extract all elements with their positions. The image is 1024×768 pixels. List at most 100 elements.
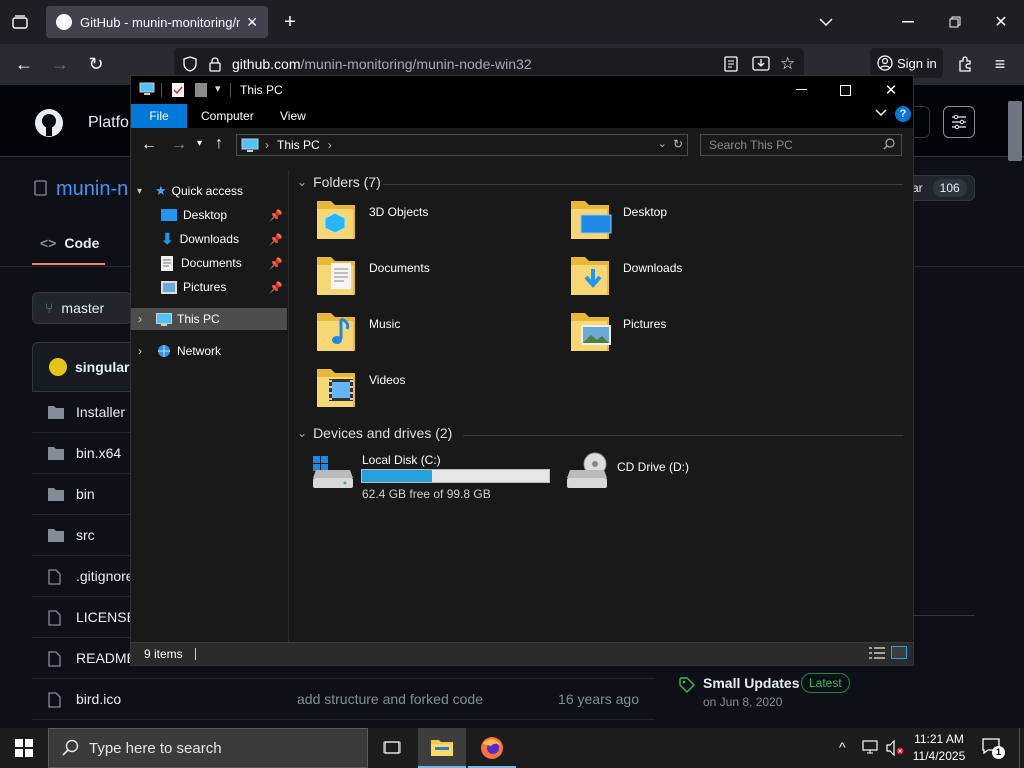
address-dropdown-icon[interactable]: ⌄	[658, 137, 667, 150]
page-scrollbar-thumb[interactable]	[1008, 101, 1022, 161]
minimize-icon[interactable]	[789, 81, 813, 99]
save-to-pocket-icon[interactable]	[752, 55, 770, 74]
browser-tab[interactable]: GitHub - munin-monitoring/munin-node-win…	[46, 6, 268, 38]
release-title[interactable]: Small Updates	[703, 675, 799, 691]
github-logo-icon[interactable]	[34, 108, 64, 143]
nav-network[interactable]: › Network	[131, 340, 221, 362]
close-browser-icon[interactable]: ✕	[989, 10, 1013, 34]
local-disk-tile[interactable]: Local Disk (C:) 62.4 GB free of 99.8 GB	[311, 450, 551, 501]
folder-item[interactable]: Pictures	[569, 309, 819, 359]
nav-this-pc[interactable]: › This PC	[131, 308, 287, 330]
taskbar-file-explorer[interactable]	[418, 728, 466, 768]
table-row[interactable]: bird.ico add structure and forked code 16 …	[32, 679, 655, 720]
minimize-browser-icon[interactable]	[896, 10, 920, 34]
clock-date[interactable]: 11/4/2025	[911, 749, 967, 763]
nav-documents[interactable]: Documents 📌	[161, 252, 285, 274]
nav-downloads[interactable]: ⬇ Downloads 📌	[161, 228, 285, 250]
volume-muted-icon[interactable]	[886, 739, 904, 761]
file-name[interactable]: .gitignore	[76, 568, 134, 584]
quick-access-toolbar-dropdown-icon[interactable]: ▾	[215, 82, 221, 95]
expand-ribbon-icon[interactable]	[875, 106, 887, 120]
collapsed-chevron-icon[interactable]: ›	[138, 312, 152, 326]
back-icon[interactable]: ←	[12, 52, 36, 76]
tab-computer[interactable]: Computer	[201, 109, 254, 123]
expanded-chevron-icon[interactable]: ▾	[137, 186, 149, 197]
folder-item[interactable]: Videos	[315, 365, 565, 415]
collapsed-chevron-icon[interactable]: ›	[138, 344, 152, 358]
branch-selector[interactable]: ⑂ master	[32, 292, 132, 324]
pin-icon[interactable]: 📌	[269, 209, 283, 222]
new-folder-icon[interactable]	[195, 83, 207, 100]
restore-browser-icon[interactable]	[943, 10, 967, 34]
list-all-tabs-icon[interactable]	[814, 10, 838, 34]
close-tab-icon[interactable]: ✕	[246, 14, 258, 31]
avatar[interactable]	[49, 358, 67, 376]
file-name[interactable]: README	[76, 650, 136, 666]
folders-group-header[interactable]: ⌄ Folders (7)	[297, 174, 381, 190]
taskbar-firefox[interactable]	[468, 728, 516, 768]
show-hidden-icons-icon[interactable]: ^	[839, 739, 846, 755]
properties-icon[interactable]	[171, 82, 185, 101]
address-bar[interactable]: › This PC › ⌄ ↻	[236, 134, 688, 156]
clock-time[interactable]: 11:21 AM	[911, 732, 967, 746]
network-tray-icon[interactable]	[862, 740, 878, 759]
menu-icon[interactable]: ≡	[990, 52, 1010, 76]
taskbar-search-box[interactable]: Type here to search	[48, 728, 368, 768]
tab-file[interactable]: File	[131, 104, 187, 128]
task-view-icon[interactable]	[382, 739, 402, 762]
back-arrow-icon[interactable]: ←	[141, 136, 157, 154]
folder-item[interactable]: Downloads	[569, 253, 819, 303]
pin-icon[interactable]: 📌	[269, 281, 283, 294]
forward-icon[interactable]: →	[48, 52, 72, 76]
nav-desktop[interactable]: Desktop 📌	[161, 204, 285, 226]
pin-icon[interactable]: 📌	[269, 233, 283, 246]
filter-menu-icon[interactable]	[943, 106, 975, 138]
tab-view[interactable]: View	[280, 109, 306, 123]
commit-author[interactable]: singularc	[75, 359, 137, 375]
maximize-icon[interactable]	[833, 81, 857, 99]
lock-icon[interactable]	[208, 56, 222, 72]
reload-icon[interactable]: ↻	[84, 52, 108, 76]
close-icon[interactable]: ✕	[879, 80, 903, 100]
details-view-icon[interactable]	[869, 647, 885, 662]
search-input[interactable]: Search This PC	[700, 134, 902, 156]
platform-nav[interactable]: Platfo	[88, 114, 129, 132]
folder-item[interactable]: Documents	[315, 253, 565, 303]
folder-item[interactable]: Music	[315, 309, 565, 359]
file-name[interactable]: src	[76, 527, 95, 543]
file-name[interactable]: LICENSE	[76, 609, 136, 625]
nav-pictures[interactable]: Pictures 📌	[161, 276, 285, 298]
chevron-right-icon[interactable]: ›	[265, 138, 269, 152]
cd-drive-tile[interactable]: CD Drive (D:)	[565, 450, 805, 500]
refresh-icon[interactable]: ↻	[673, 137, 683, 151]
extensions-icon[interactable]	[955, 52, 975, 76]
breadcrumb-this-pc[interactable]: This PC	[277, 138, 320, 152]
new-tab-icon[interactable]: +	[278, 10, 302, 34]
reader-view-icon[interactable]	[724, 56, 738, 75]
show-desktop-button[interactable]	[1019, 728, 1024, 768]
help-icon[interactable]: ?	[895, 106, 911, 122]
collapse-group-icon[interactable]: ⌄	[297, 426, 307, 440]
notification-center-icon[interactable]: 1	[982, 738, 1005, 759]
file-name[interactable]: bird.ico	[76, 691, 121, 707]
folder-item[interactable]: Desktop	[569, 197, 819, 247]
tracking-shield-icon[interactable]	[182, 56, 198, 72]
forward-arrow-icon[interactable]: →	[171, 136, 187, 154]
file-name[interactable]: bin.x64	[76, 445, 121, 461]
recent-locations-icon[interactable]: ▾	[197, 138, 202, 149]
tab-list-icon[interactable]	[8, 12, 32, 32]
repo-name-link[interactable]: munin-n	[56, 178, 128, 201]
pin-icon[interactable]: 📌	[269, 257, 283, 270]
nav-quick-access[interactable]: ▾ ★ Quick access	[137, 180, 243, 202]
commit-message[interactable]: add structure and forked code	[297, 691, 483, 707]
up-arrow-icon[interactable]: ↑	[215, 135, 223, 153]
tab-code[interactable]: <> Code	[40, 235, 99, 251]
large-icons-view-icon[interactable]	[891, 646, 907, 659]
file-name[interactable]: bin	[76, 486, 95, 502]
chevron-right-icon[interactable]: ›	[328, 138, 332, 152]
sign-in-button[interactable]: Sign in	[870, 48, 943, 78]
drives-group-header[interactable]: ⌄ Devices and drives (2)	[297, 425, 452, 441]
start-windows-icon[interactable]	[15, 739, 33, 762]
bookmark-star-icon[interactable]: ☆	[780, 54, 795, 74]
folder-item[interactable]: 3D Objects	[315, 197, 565, 247]
